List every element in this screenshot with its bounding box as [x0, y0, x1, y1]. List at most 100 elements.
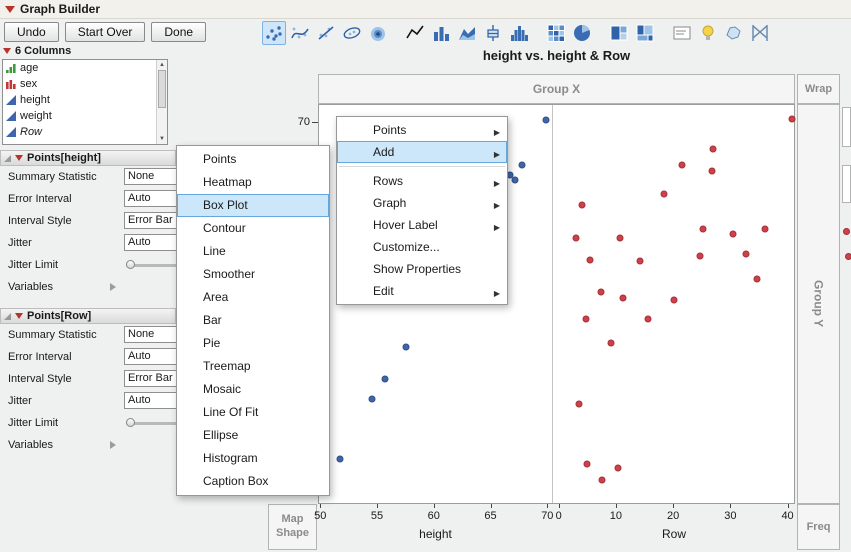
- menu-item-bar[interactable]: Bar: [177, 309, 329, 332]
- menu-item-caption-box[interactable]: Caption Box: [177, 470, 329, 493]
- data-point-Row[interactable]: [636, 257, 644, 265]
- points-height-panel-header[interactable]: Points[height]: [0, 150, 176, 166]
- menu-item-points[interactable]: Points: [177, 148, 329, 171]
- data-point-height[interactable]: [542, 116, 550, 124]
- data-point-Row[interactable]: [660, 190, 668, 198]
- data-point-Row[interactable]: [761, 225, 769, 233]
- red-triangle-menu-icon[interactable]: [5, 5, 15, 13]
- contour-icon[interactable]: [366, 21, 390, 45]
- columns-red-triangle-icon[interactable]: [3, 48, 11, 54]
- ellipse-icon[interactable]: [340, 21, 364, 45]
- column-item-weight[interactable]: weight: [3, 108, 155, 124]
- map-shape-icon[interactable]: [722, 21, 746, 45]
- collapse-open-icon[interactable]: [4, 154, 11, 162]
- menu-item-hover-label[interactable]: Hover Label ▶: [337, 214, 507, 236]
- slider-knob[interactable]: [126, 418, 135, 427]
- start-over-button[interactable]: Start Over: [64, 22, 146, 42]
- data-point-Row[interactable]: [699, 225, 707, 233]
- data-point-Row[interactable]: [709, 145, 717, 153]
- menu-item-line-of-fit[interactable]: Line Of Fit: [177, 401, 329, 424]
- variables-disclosure-icon[interactable]: [110, 283, 116, 291]
- data-point-Row[interactable]: [670, 296, 678, 304]
- data-point-height[interactable]: [511, 176, 519, 184]
- data-point-Row[interactable]: [788, 115, 796, 123]
- mosaic-icon[interactable]: [633, 21, 657, 45]
- scroll-down-icon[interactable]: ▼: [157, 136, 167, 142]
- data-point-Row[interactable]: [582, 315, 590, 323]
- undo-button[interactable]: Undo: [4, 22, 59, 42]
- panel-red-triangle-icon[interactable]: [15, 155, 23, 161]
- slider-knob[interactable]: [126, 260, 135, 269]
- data-point-Row[interactable]: [614, 464, 622, 472]
- parallel-plot-icon[interactable]: [748, 21, 772, 45]
- column-item-age[interactable]: age: [3, 60, 155, 76]
- scrollbar-thumb[interactable]: [158, 70, 166, 108]
- line-of-fit-icon[interactable]: [314, 21, 338, 45]
- data-point-height[interactable]: [368, 395, 376, 403]
- pie-icon[interactable]: [570, 21, 594, 45]
- bar-chart-icon[interactable]: [429, 21, 453, 45]
- menu-item-edit[interactable]: Edit ▶: [337, 280, 507, 302]
- column-item-row[interactable]: Row: [3, 124, 155, 140]
- x-axis-row[interactable]: 0 10 20 30 40: [553, 504, 795, 526]
- data-point-height[interactable]: [518, 161, 526, 169]
- data-point-Row[interactable]: [575, 400, 583, 408]
- smoother-icon[interactable]: [288, 21, 312, 45]
- menu-item-rows[interactable]: Rows ▶: [337, 170, 507, 192]
- column-item-sex[interactable]: sex: [3, 76, 155, 92]
- variables-disclosure-icon[interactable]: [110, 441, 116, 449]
- done-button[interactable]: Done: [151, 22, 207, 42]
- menu-item-histogram[interactable]: Histogram: [177, 447, 329, 470]
- line-icon[interactable]: [403, 21, 427, 45]
- menu-item-points[interactable]: Points ▶: [337, 119, 507, 141]
- x-axis-height[interactable]: 50 55 60 65 70: [314, 504, 553, 526]
- data-point-Row[interactable]: [597, 288, 605, 296]
- menu-item-mosaic[interactable]: Mosaic: [177, 378, 329, 401]
- formula-icon[interactable]: [696, 21, 720, 45]
- columns-header[interactable]: 6 Columns: [3, 45, 71, 57]
- data-point-Row[interactable]: [572, 234, 580, 242]
- collapse-open-icon[interactable]: [4, 312, 11, 320]
- treemap-icon[interactable]: [607, 21, 631, 45]
- menu-item-show-properties[interactable]: Show Properties: [337, 258, 507, 280]
- data-point-Row[interactable]: [607, 339, 615, 347]
- panel-red-triangle-icon[interactable]: [15, 313, 23, 319]
- data-point-height[interactable]: [336, 455, 344, 463]
- map-shape-zone[interactable]: Map Shape: [268, 504, 317, 550]
- data-point-Row[interactable]: [708, 167, 716, 175]
- menu-item-area[interactable]: Area: [177, 286, 329, 309]
- caption-box-icon[interactable]: [670, 21, 694, 45]
- box-plot-icon[interactable]: [481, 21, 505, 45]
- points-row-panel-header[interactable]: Points[Row]: [0, 308, 176, 324]
- menu-item-ellipse[interactable]: Ellipse: [177, 424, 329, 447]
- data-point-Row[interactable]: [598, 476, 606, 484]
- data-point-Row[interactable]: [696, 252, 704, 260]
- scroll-up-icon[interactable]: ▲: [157, 62, 167, 68]
- menu-item-pie[interactable]: Pie: [177, 332, 329, 355]
- menu-item-smoother[interactable]: Smoother: [177, 263, 329, 286]
- plot-panel-row[interactable]: [554, 105, 796, 503]
- menu-item-graph[interactable]: Graph ▶: [337, 192, 507, 214]
- data-point-height[interactable]: [402, 343, 410, 350]
- data-point-Row[interactable]: [729, 230, 737, 238]
- data-point-Row[interactable]: [619, 294, 627, 302]
- menu-item-box-plot[interactable]: Box Plot: [177, 194, 329, 217]
- menu-item-line[interactable]: Line: [177, 240, 329, 263]
- data-point-Row[interactable]: [616, 234, 624, 242]
- data-point-height[interactable]: [381, 375, 389, 383]
- points-icon[interactable]: [262, 20, 286, 45]
- data-point-Row[interactable]: [586, 256, 594, 264]
- menu-item-treemap[interactable]: Treemap: [177, 355, 329, 378]
- wrap-zone[interactable]: Wrap: [797, 74, 840, 104]
- data-point-Row[interactable]: [742, 250, 750, 258]
- data-point-Row[interactable]: [644, 315, 652, 323]
- group-y-zone[interactable]: Group Y: [797, 104, 840, 504]
- area-icon[interactable]: [455, 21, 479, 45]
- histogram-icon[interactable]: [507, 21, 531, 45]
- data-point-Row[interactable]: [583, 460, 591, 468]
- menu-item-contour[interactable]: Contour: [177, 217, 329, 240]
- columns-scrollbar[interactable]: ▲ ▼: [156, 60, 167, 144]
- menu-item-customize[interactable]: Customize...: [337, 236, 507, 258]
- data-point-Row[interactable]: [753, 275, 761, 283]
- data-point-Row[interactable]: [578, 201, 586, 209]
